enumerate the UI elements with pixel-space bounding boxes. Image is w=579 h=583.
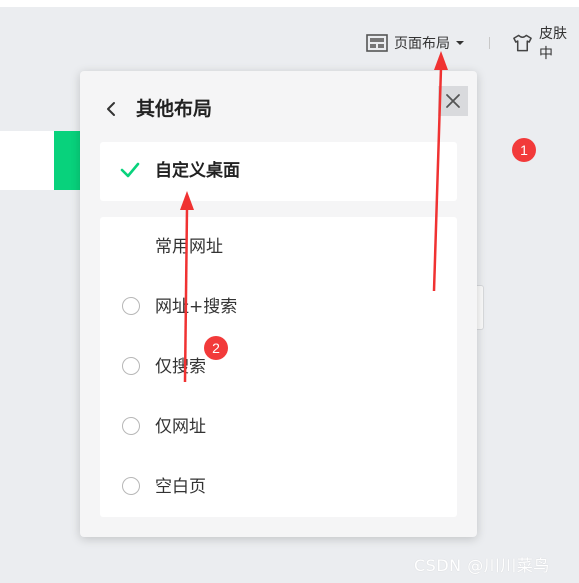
toolbar-divider: [489, 37, 490, 49]
watermark: CSDN @川川菜鸟: [414, 556, 550, 575]
page-layout-menu[interactable]: 页面布局: [366, 28, 464, 58]
back-button[interactable]: [102, 97, 120, 121]
layout-icon: [366, 34, 388, 52]
option-blank-page[interactable]: 空白页: [100, 457, 457, 517]
custom-desktop-label: 自定义桌面: [155, 161, 240, 181]
panel-header: 其他布局: [80, 71, 477, 143]
option-label: 网址+搜索: [155, 297, 238, 317]
option-search-only[interactable]: 仅搜索: [100, 337, 457, 397]
option-custom-desktop[interactable]: 自定义桌面: [100, 142, 457, 201]
top-strip: [0, 0, 579, 7]
radio-button[interactable]: [122, 417, 140, 435]
radio-button[interactable]: [122, 297, 140, 315]
annotation-badge-2: 2: [204, 336, 228, 360]
radio-button[interactable]: [122, 357, 140, 375]
caret-down-icon: [456, 41, 464, 45]
option-label: 仅搜索: [155, 357, 206, 377]
option-sites-only[interactable]: 仅网址: [100, 397, 457, 457]
annotation-badge-1: 1: [512, 138, 536, 162]
chevron-left-icon: [107, 102, 115, 116]
option-sites-search[interactable]: 网址+搜索: [100, 277, 457, 337]
option-label: 空白页: [155, 477, 206, 497]
panel-title: 其他布局: [136, 98, 213, 120]
other-layout-panel: 其他布局 自定义桌面 常用网址 网址+搜索 仅搜索 仅网址 空白页: [80, 71, 477, 537]
page-layout-label: 页面布局: [394, 36, 450, 52]
check-icon: [120, 162, 140, 178]
skin-center-label: 皮肤中: [538, 26, 567, 62]
skin-center-menu[interactable]: 皮肤中: [512, 26, 579, 62]
close-icon: [446, 94, 460, 108]
radio-button[interactable]: [122, 477, 140, 495]
close-button[interactable]: [438, 86, 468, 116]
option-label: 仅网址: [155, 417, 206, 437]
option-label: 常用网址: [155, 237, 223, 257]
background-side-tab: [477, 285, 484, 330]
shirt-icon: [513, 34, 532, 52]
background-search-box: [0, 131, 54, 190]
layout-options-list: 常用网址 网址+搜索 仅搜索 仅网址 空白页: [100, 217, 457, 517]
option-common-sites[interactable]: 常用网址: [100, 217, 457, 277]
